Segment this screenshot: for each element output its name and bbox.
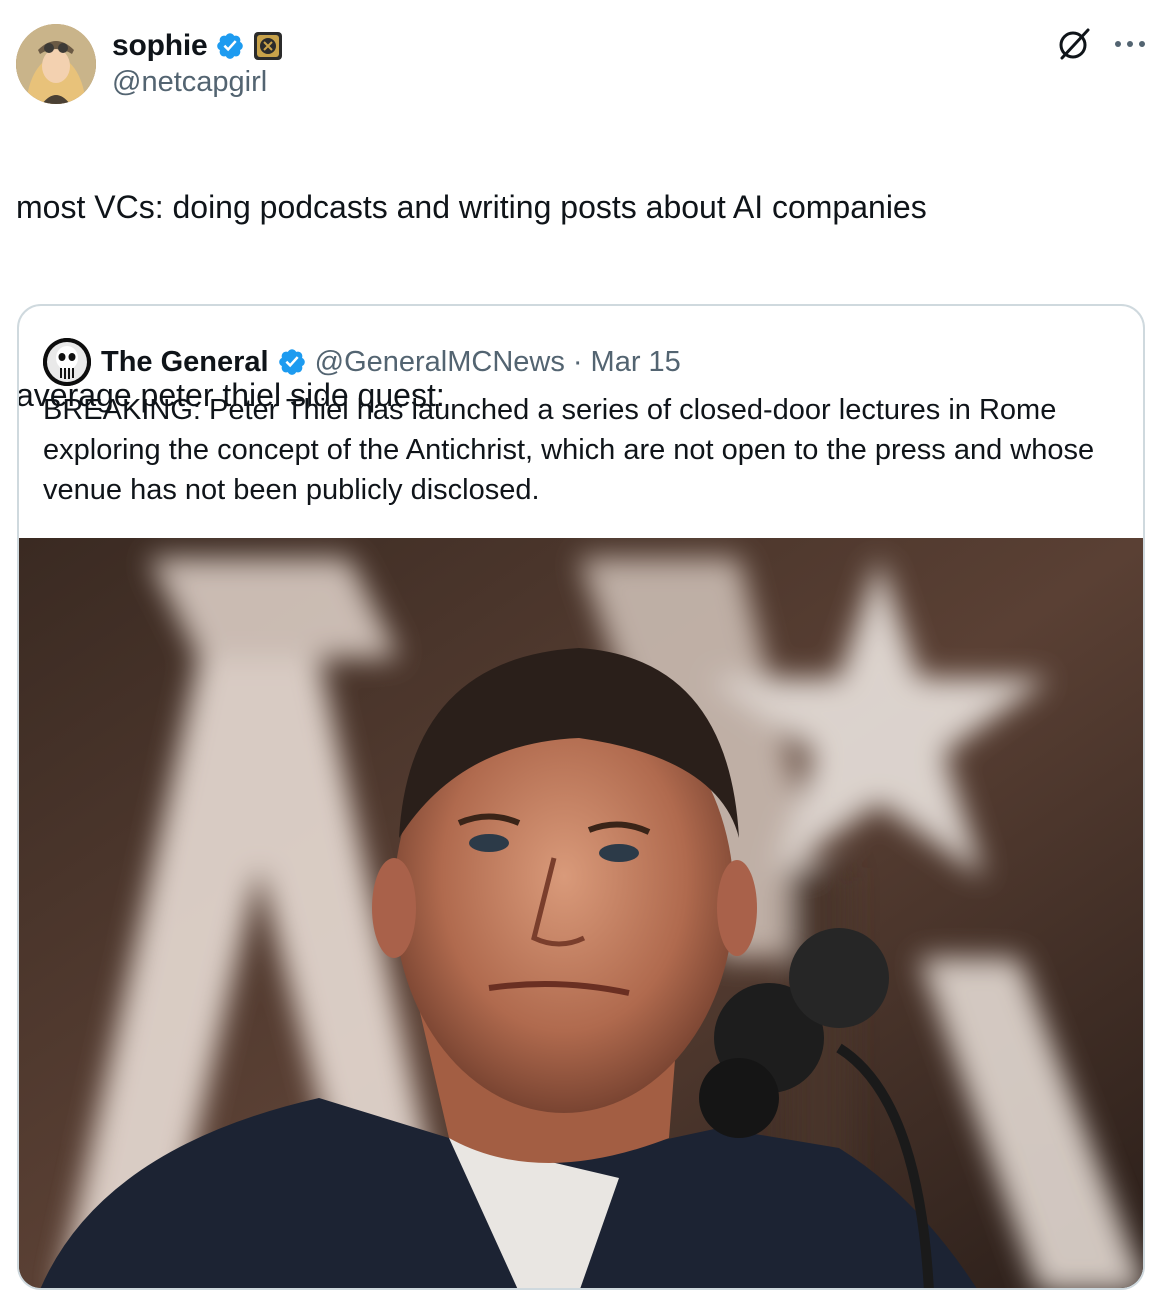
quoted-author-avatar[interactable]	[43, 338, 91, 386]
tweet-text-line-1: most VCs: doing podcasts and writing pos…	[16, 189, 927, 225]
verified-badge-icon[interactable]	[215, 31, 245, 61]
author-handle[interactable]: @netcapgirl	[112, 66, 267, 99]
tweet: sophie @netcapgirl most VCs: doing podca…	[0, 0, 1166, 1306]
quoted-tweet-card[interactable]: The General @GeneralMCNews · Mar 15 BREA…	[17, 304, 1145, 1290]
quoted-tweet-photo[interactable]	[19, 538, 1143, 1288]
quoted-author-name[interactable]: The General	[101, 346, 269, 379]
author-name-row: sophie	[112, 26, 283, 66]
affiliate-badge-icon[interactable]	[253, 31, 283, 61]
more-icon[interactable]	[1110, 30, 1150, 58]
quoted-timestamp[interactable]: Mar 15	[591, 346, 681, 379]
quoted-author-handle[interactable]: @GeneralMCNews	[315, 346, 565, 379]
author-avatar[interactable]	[16, 24, 96, 104]
quoted-header: The General @GeneralMCNews · Mar 15	[101, 340, 681, 384]
quoted-separator: ·	[572, 345, 583, 378]
quoted-verified-badge-icon[interactable]	[277, 347, 307, 377]
grok-icon[interactable]	[1052, 22, 1096, 66]
author-display-name[interactable]: sophie	[112, 29, 208, 63]
quoted-tweet-text: BREAKING: Peter Thiel has launched a ser…	[43, 394, 1095, 506]
